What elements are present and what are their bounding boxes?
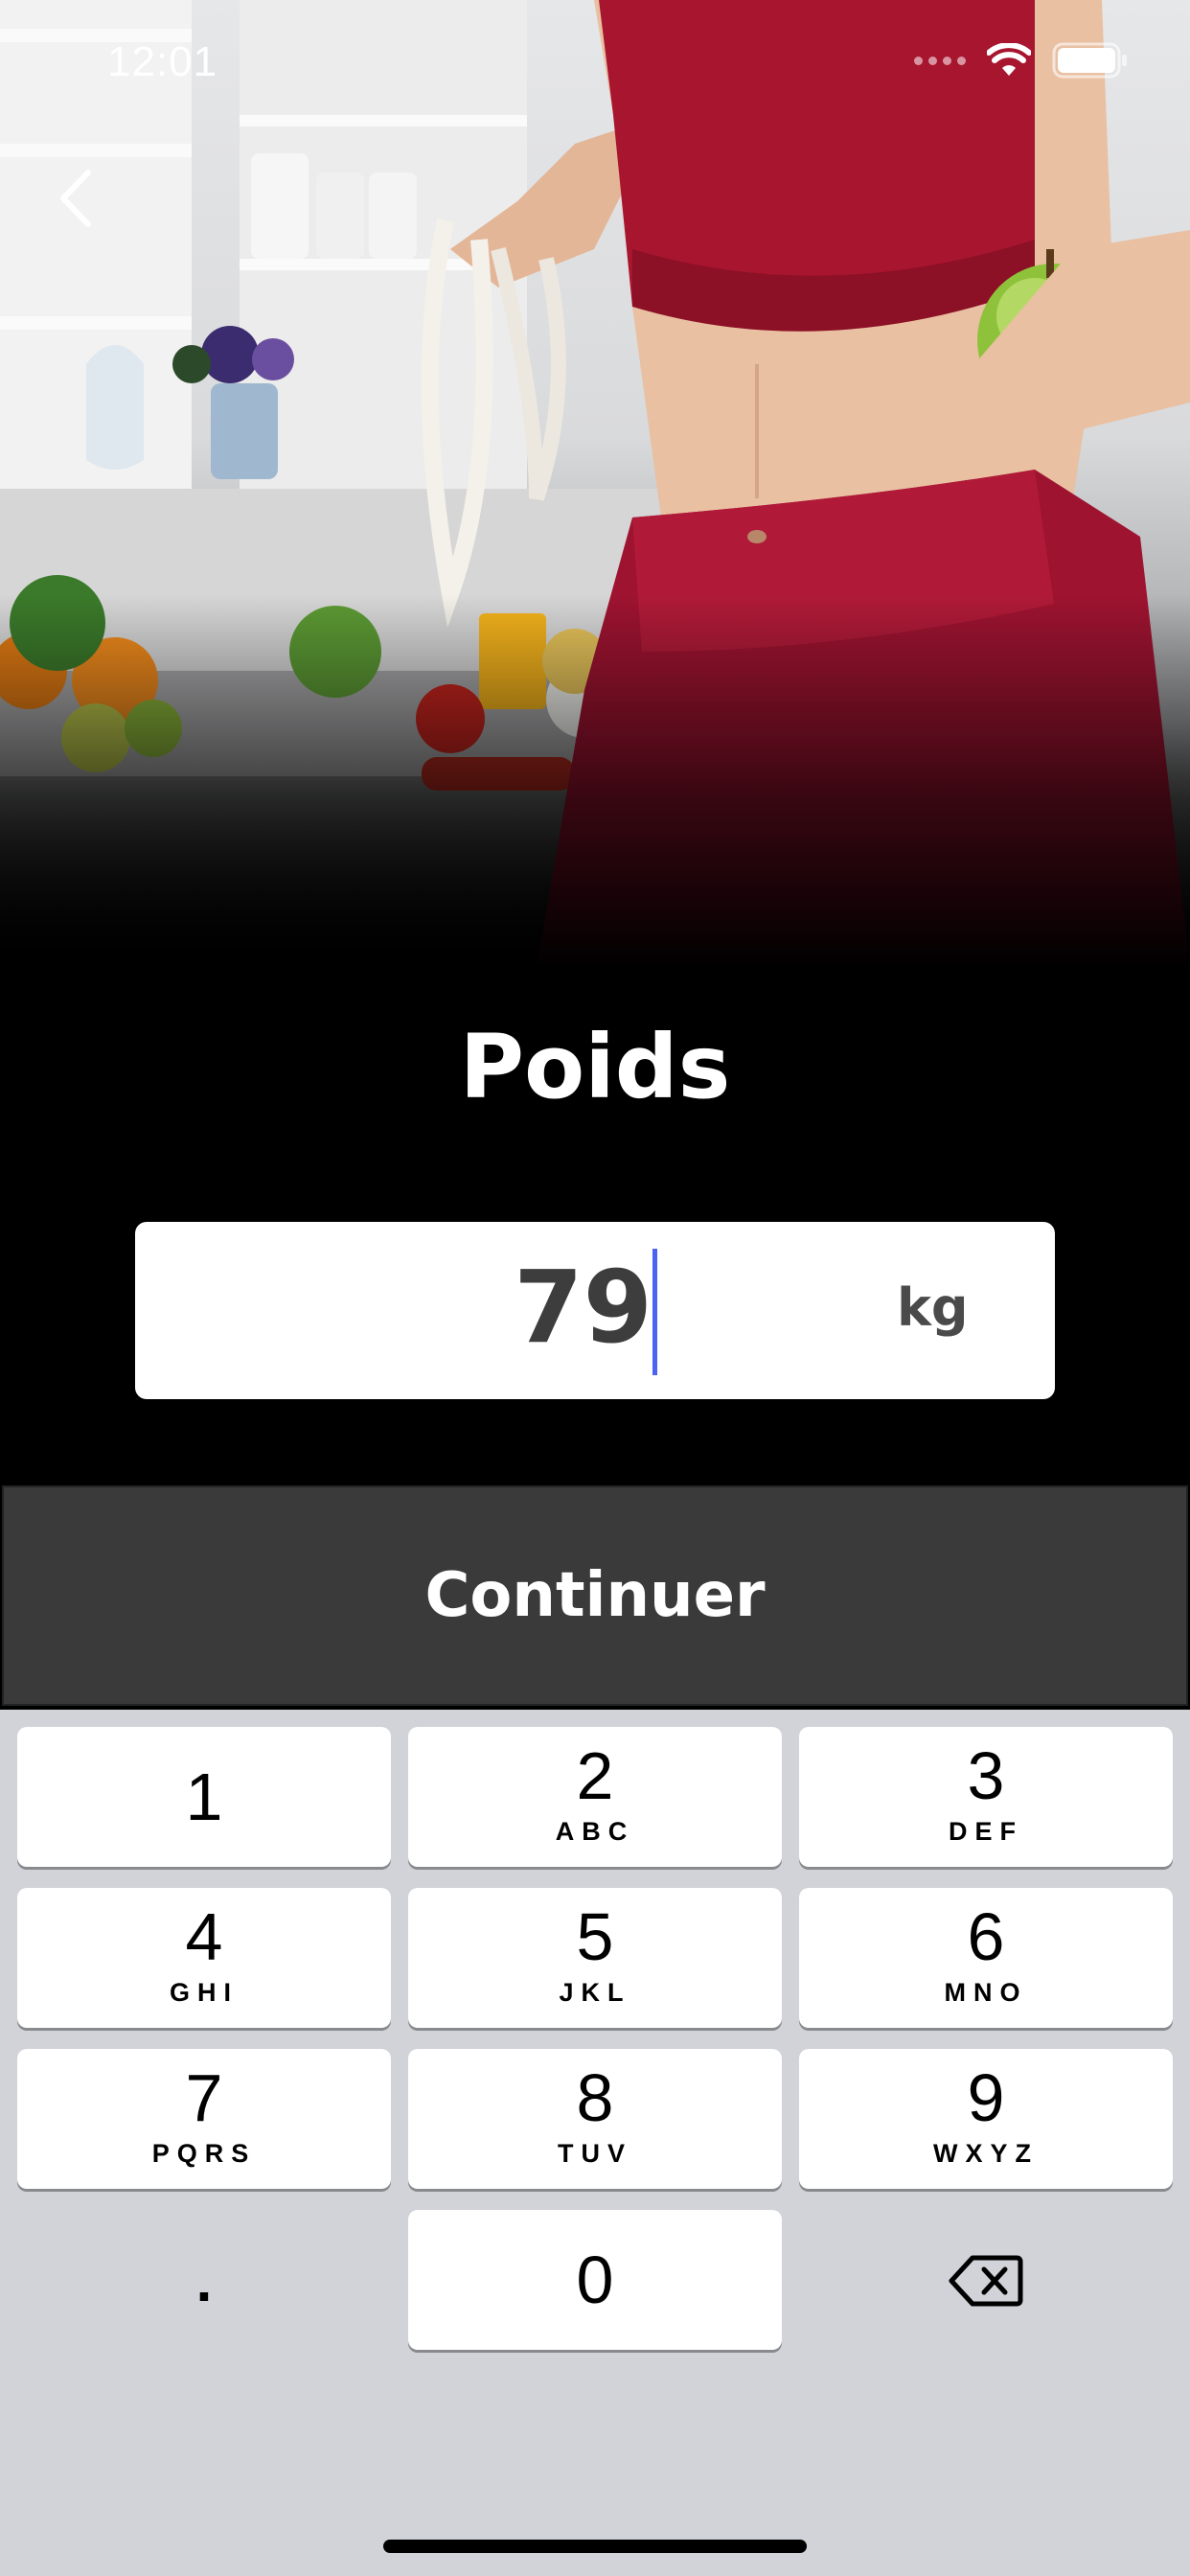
- battery-icon: [1052, 42, 1127, 79]
- key-decimal[interactable]: .: [17, 2210, 391, 2350]
- status-icons: [914, 42, 1129, 79]
- key-8[interactable]: 8 TUV: [408, 2049, 782, 2189]
- weight-value: 79: [514, 1249, 652, 1366]
- wifi-icon: [987, 43, 1031, 76]
- continue-button[interactable]: Continuer: [2, 1485, 1188, 1706]
- key-0[interactable]: 0: [408, 2210, 782, 2350]
- image-fade-overlay: [0, 594, 1190, 968]
- weight-input[interactable]: 79 kg: [135, 1222, 1055, 1399]
- home-indicator: [383, 2540, 807, 2553]
- key-6[interactable]: 6 MNO: [799, 1888, 1173, 2028]
- signal-icon: [914, 56, 966, 65]
- key-9[interactable]: 9 WXYZ: [799, 2049, 1173, 2189]
- key-7[interactable]: 7 PQRS: [17, 2049, 391, 2189]
- key-1[interactable]: 1: [17, 1727, 391, 1867]
- key-3[interactable]: 3 DEF: [799, 1727, 1173, 1867]
- delete-key[interactable]: [799, 2210, 1173, 2350]
- key-2[interactable]: 2 ABC: [408, 1727, 782, 1867]
- chevron-left-icon: [60, 170, 91, 227]
- back-button[interactable]: [50, 165, 107, 232]
- numeric-keypad: 1 2 ABC 3 DEF 4 GHI 5 JKL 6 MNO 7 PQRS 8…: [0, 1710, 1190, 2576]
- text-caret: [652, 1249, 657, 1375]
- page-title: Poids: [459, 1016, 731, 1118]
- status-time: 12:01: [107, 38, 218, 85]
- decimal-label: .: [195, 2249, 213, 2313]
- backspace-icon: [949, 2255, 1023, 2307]
- key-5[interactable]: 5 JKL: [408, 1888, 782, 2028]
- key-4[interactable]: 4 GHI: [17, 1888, 391, 2028]
- hero-image: [0, 0, 1190, 968]
- weight-unit: kg: [897, 1277, 969, 1338]
